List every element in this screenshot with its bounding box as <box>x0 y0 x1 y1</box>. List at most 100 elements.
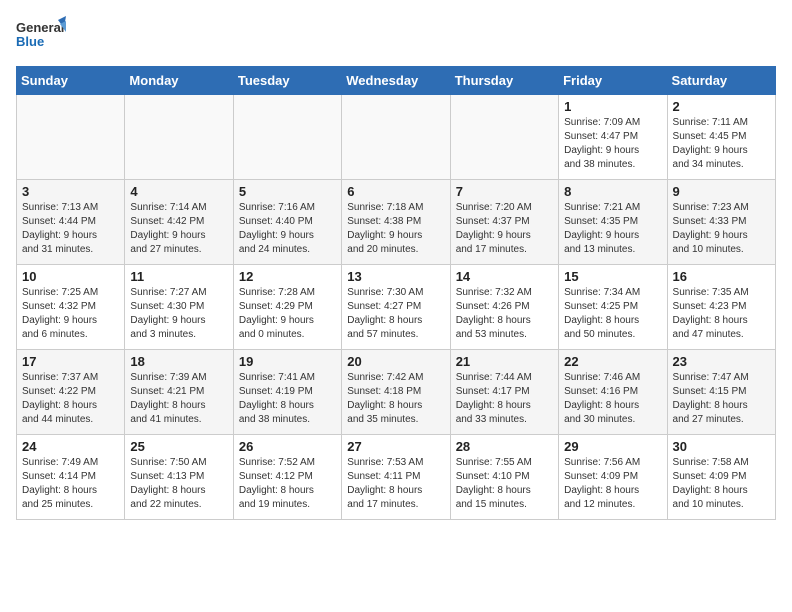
calendar-cell: 15Sunrise: 7:34 AM Sunset: 4:25 PM Dayli… <box>559 265 667 350</box>
header-monday: Monday <box>125 67 233 95</box>
calendar-cell: 29Sunrise: 7:56 AM Sunset: 4:09 PM Dayli… <box>559 435 667 520</box>
calendar-cell: 17 Sunrise: 7:37 AM Sunset: 4:22 PM Dayli… <box>17 350 125 435</box>
calendar-cell: 13 Sunrise: 7:30 AM Sunset: 4:27 PM Dayli… <box>342 265 450 350</box>
calendar-cell: 24 Sunrise: 7:49 AM Sunset: 4:14 PM Dayli… <box>17 435 125 520</box>
calendar-cell: 12 Sunrise: 7:28 AM Sunset: 4:29 PM Dayli… <box>233 265 341 350</box>
day-number: 26 <box>239 439 336 454</box>
day-info: Sunrise: 7:39 AM Sunset: 4:21 PM Dayligh… <box>130 371 227 427</box>
calendar-cell: 28 Sunrise: 7:55 AM Sunset: 4:10 PM Dayli… <box>450 435 558 520</box>
calendar-cell: 14Sunrise: 7:32 AM Sunset: 4:26 PM Dayli… <box>450 265 558 350</box>
calendar-week-1: 1 Sunrise: 7:09 AM Sunset: 4:47 PM Daylig… <box>17 95 776 180</box>
day-info: Sunrise: 7:09 AM Sunset: 4:47 PM Dayligh… <box>564 116 661 172</box>
day-info: Sunrise: 7:46 AM Sunset: 4:16 PM Dayligh… <box>564 371 661 427</box>
calendar-week-2: 3 Sunrise: 7:13 AM Sunset: 4:44 PM Daylig… <box>17 180 776 265</box>
page-header: General Blue <box>16 16 776 58</box>
calendar-cell: 27 Sunrise: 7:53 AM Sunset: 4:11 PM Dayli… <box>342 435 450 520</box>
day-number: 22 <box>564 354 661 369</box>
day-number: 9 <box>673 184 770 199</box>
day-number: 7 <box>456 184 553 199</box>
day-number: 13 <box>347 269 444 284</box>
day-info: Sunrise: 7:58 AM Sunset: 4:09 PM Dayligh… <box>673 456 770 512</box>
day-info: Sunrise: 7:50 AM Sunset: 4:13 PM Dayligh… <box>130 456 227 512</box>
day-number: 6 <box>347 184 444 199</box>
header-sunday: Sunday <box>17 67 125 95</box>
calendar-cell: 26 Sunrise: 7:52 AM Sunset: 4:12 PM Dayli… <box>233 435 341 520</box>
calendar-cell: 30 Sunrise: 7:58 AM Sunset: 4:09 PM Dayli… <box>667 435 775 520</box>
day-info: Sunrise: 7:28 AM Sunset: 4:29 PM Dayligh… <box>239 286 336 342</box>
day-number: 10 <box>22 269 119 284</box>
calendar-cell: 5 Sunrise: 7:16 AM Sunset: 4:40 PM Daylig… <box>233 180 341 265</box>
day-info: Sunrise: 7:52 AM Sunset: 4:12 PM Dayligh… <box>239 456 336 512</box>
day-number: 28 <box>456 439 553 454</box>
calendar-cell: 9 Sunrise: 7:23 AM Sunset: 4:33 PM Daylig… <box>667 180 775 265</box>
day-info: Sunrise: 7:42 AM Sunset: 4:18 PM Dayligh… <box>347 371 444 427</box>
day-info: Sunrise: 7:47 AM Sunset: 4:15 PM Dayligh… <box>673 371 770 427</box>
calendar-cell <box>17 95 125 180</box>
day-number: 18 <box>130 354 227 369</box>
calendar-cell <box>342 95 450 180</box>
day-number: 3 <box>22 184 119 199</box>
day-info: Sunrise: 7:53 AM Sunset: 4:11 PM Dayligh… <box>347 456 444 512</box>
header-tuesday: Tuesday <box>233 67 341 95</box>
day-number: 15 <box>564 269 661 284</box>
day-number: 5 <box>239 184 336 199</box>
day-info: Sunrise: 7:30 AM Sunset: 4:27 PM Dayligh… <box>347 286 444 342</box>
day-info: Sunrise: 7:32 AM Sunset: 4:26 PM Dayligh… <box>456 286 553 342</box>
day-info: Sunrise: 7:14 AM Sunset: 4:42 PM Dayligh… <box>130 201 227 257</box>
day-info: Sunrise: 7:49 AM Sunset: 4:14 PM Dayligh… <box>22 456 119 512</box>
header-saturday: Saturday <box>667 67 775 95</box>
calendar-cell: 11Sunrise: 7:27 AM Sunset: 4:30 PM Dayli… <box>125 265 233 350</box>
calendar-cell <box>450 95 558 180</box>
day-info: Sunrise: 7:11 AM Sunset: 4:45 PM Dayligh… <box>673 116 770 172</box>
header-thursday: Thursday <box>450 67 558 95</box>
day-info: Sunrise: 7:55 AM Sunset: 4:10 PM Dayligh… <box>456 456 553 512</box>
day-number: 25 <box>130 439 227 454</box>
calendar-week-3: 10 Sunrise: 7:25 AM Sunset: 4:32 PM Dayli… <box>17 265 776 350</box>
day-number: 19 <box>239 354 336 369</box>
day-number: 16 <box>673 269 770 284</box>
day-info: Sunrise: 7:25 AM Sunset: 4:32 PM Dayligh… <box>22 286 119 342</box>
header-wednesday: Wednesday <box>342 67 450 95</box>
day-info: Sunrise: 7:41 AM Sunset: 4:19 PM Dayligh… <box>239 371 336 427</box>
day-info: Sunrise: 7:21 AM Sunset: 4:35 PM Dayligh… <box>564 201 661 257</box>
calendar-cell: 10 Sunrise: 7:25 AM Sunset: 4:32 PM Dayli… <box>17 265 125 350</box>
day-info: Sunrise: 7:16 AM Sunset: 4:40 PM Dayligh… <box>239 201 336 257</box>
calendar-table: SundayMondayTuesdayWednesdayThursdayFrid… <box>16 66 776 520</box>
logo-icon: General Blue <box>16 16 66 58</box>
calendar-cell: 21 Sunrise: 7:44 AM Sunset: 4:17 PM Dayli… <box>450 350 558 435</box>
calendar-cell: 7Sunrise: 7:20 AM Sunset: 4:37 PM Daylig… <box>450 180 558 265</box>
day-info: Sunrise: 7:27 AM Sunset: 4:30 PM Dayligh… <box>130 286 227 342</box>
day-number: 12 <box>239 269 336 284</box>
day-number: 21 <box>456 354 553 369</box>
calendar-cell: 23Sunrise: 7:47 AM Sunset: 4:15 PM Dayli… <box>667 350 775 435</box>
day-info: Sunrise: 7:37 AM Sunset: 4:22 PM Dayligh… <box>22 371 119 427</box>
day-number: 17 <box>22 354 119 369</box>
calendar-cell: 6Sunrise: 7:18 AM Sunset: 4:38 PM Daylig… <box>342 180 450 265</box>
day-number: 1 <box>564 99 661 114</box>
day-info: Sunrise: 7:23 AM Sunset: 4:33 PM Dayligh… <box>673 201 770 257</box>
calendar-header-row: SundayMondayTuesdayWednesdayThursdayFrid… <box>17 67 776 95</box>
calendar-cell: 25 Sunrise: 7:50 AM Sunset: 4:13 PM Dayli… <box>125 435 233 520</box>
calendar-cell: 16 Sunrise: 7:35 AM Sunset: 4:23 PM Dayli… <box>667 265 775 350</box>
day-info: Sunrise: 7:35 AM Sunset: 4:23 PM Dayligh… <box>673 286 770 342</box>
calendar-cell: 18 Sunrise: 7:39 AM Sunset: 4:21 PM Dayli… <box>125 350 233 435</box>
logo: General Blue <box>16 16 66 58</box>
day-number: 27 <box>347 439 444 454</box>
day-number: 29 <box>564 439 661 454</box>
day-info: Sunrise: 7:44 AM Sunset: 4:17 PM Dayligh… <box>456 371 553 427</box>
day-number: 20 <box>347 354 444 369</box>
calendar-cell: 1 Sunrise: 7:09 AM Sunset: 4:47 PM Daylig… <box>559 95 667 180</box>
header-friday: Friday <box>559 67 667 95</box>
day-number: 8 <box>564 184 661 199</box>
day-info: Sunrise: 7:13 AM Sunset: 4:44 PM Dayligh… <box>22 201 119 257</box>
calendar-cell <box>125 95 233 180</box>
day-number: 30 <box>673 439 770 454</box>
day-number: 24 <box>22 439 119 454</box>
calendar-cell <box>233 95 341 180</box>
day-number: 2 <box>673 99 770 114</box>
svg-text:Blue: Blue <box>16 34 44 49</box>
calendar-cell: 8 Sunrise: 7:21 AM Sunset: 4:35 PM Daylig… <box>559 180 667 265</box>
calendar-cell: 19 Sunrise: 7:41 AM Sunset: 4:19 PM Dayli… <box>233 350 341 435</box>
svg-text:General: General <box>16 20 64 35</box>
day-number: 4 <box>130 184 227 199</box>
